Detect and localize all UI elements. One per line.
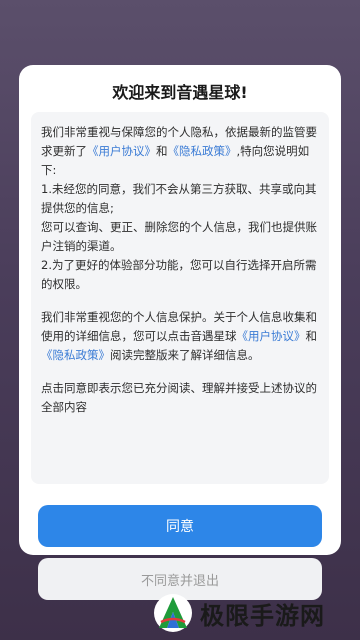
watermark: 极限手游网 xyxy=(152,592,352,634)
paragraph-2-and: 和 xyxy=(305,329,318,343)
paragraph-1: 我们非常重视与保障您的个人隐私，依据最新的监管要求更新了《用户协议》和《隐私政策… xyxy=(41,123,319,294)
watermark-text: 极限手游网 xyxy=(200,600,325,630)
agree-button[interactable]: 同意 xyxy=(38,505,322,547)
user-agreement-link[interactable]: 《用户协议》 xyxy=(87,144,156,158)
paragraph-1-and: 和 xyxy=(156,144,168,158)
user-agreement-link-2[interactable]: 《用户协议》 xyxy=(237,329,306,343)
dialog-title: 欢迎来到音遇星球! xyxy=(112,83,248,102)
privacy-dialog: 欢迎来到音遇星球! 我们非常重视与保障您的个人隐私，依据最新的监管要求更新了《用… xyxy=(19,65,341,600)
paragraph-2-after: 阅读完整版来了解详细信息。 xyxy=(110,348,260,362)
privacy-content[interactable]: 我们非常重视与保障您的个人隐私，依据最新的监管要求更新了《用户协议》和《隐私政策… xyxy=(31,112,329,484)
paragraph-1-item-1: 1.未经您的同意，我们不会从第三方获取、共享或向其提供您的信息; xyxy=(41,182,317,215)
paragraph-3: 点击同意即表示您已充分阅读、理解并接受上述协议的全部内容 xyxy=(41,381,317,414)
watermark-logo-icon xyxy=(154,594,192,632)
privacy-policy-link-2[interactable]: 《隐私政策》 xyxy=(41,348,110,362)
paragraph-1-item-2: 2.为了更好的体验部分功能，您可以自行选择开启所需的权限。 xyxy=(41,258,317,291)
paragraph-2: 我们非常重视您的个人信息保护。关于个人信息收集和使用的详细信息，您可以点击音遇星… xyxy=(41,308,319,365)
privacy-policy-link[interactable]: 《隐私政策》 xyxy=(168,144,237,158)
paragraph-1-item-1b: 您可以查询、更正、删除您的个人信息，我们也提供账户注销的渠道。 xyxy=(41,220,317,253)
